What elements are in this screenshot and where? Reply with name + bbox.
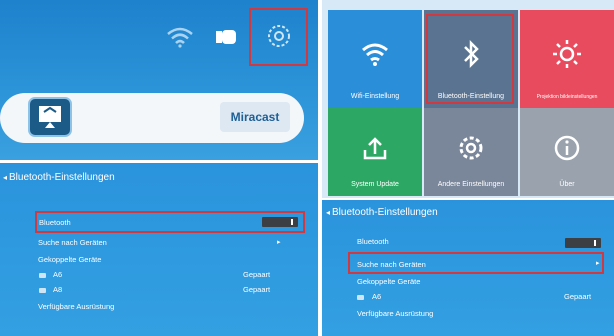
tile-label: System Update (351, 181, 399, 188)
cast-screen-icon (39, 106, 61, 128)
toggle-knob (594, 240, 596, 246)
bluetooth-settings-panel-left: ◂ Bluetooth-Einstellungen Bluetooth Suche… (0, 163, 318, 336)
device-status: Gepaart (564, 292, 592, 301)
bluetooth-tile-highlight-box (426, 14, 514, 104)
device-icon (357, 295, 364, 300)
tile-wifi-settings[interactable]: Wifi-Einstellung (328, 10, 422, 108)
bluetooth-row-label[interactable]: Bluetooth (357, 237, 389, 246)
device-status: Gepaart (243, 270, 271, 279)
search-row-highlight-box (348, 252, 604, 274)
cast-screen-tile[interactable] (28, 97, 72, 137)
wifi-icon (362, 43, 388, 66)
home-screen-panel: Miracast (0, 0, 318, 160)
device-name[interactable]: A6 (372, 292, 381, 301)
tile-label: Über (559, 181, 575, 188)
back-chevron-icon[interactable]: ◂ (3, 173, 7, 182)
info-icon (554, 135, 580, 161)
sun-icon (553, 40, 581, 68)
tile-projection-settings[interactable]: Projektion bildeinstellungen (520, 10, 614, 108)
gear-highlight-box (249, 8, 308, 66)
page-title[interactable]: ◂ Bluetooth-Einstellungen (326, 207, 438, 218)
device-name[interactable]: A8 (53, 285, 62, 294)
tile-label: Andere Einstellungen (437, 181, 505, 188)
back-chevron-icon[interactable]: ◂ (326, 208, 330, 217)
available-equipment-header: Verfügbare Ausrüstung (357, 309, 434, 318)
page-title-text: Bluetooth-Einstellungen (332, 207, 438, 218)
upload-icon (363, 137, 387, 160)
page-title[interactable]: ◂ Bluetooth-Einstellungen (3, 172, 115, 183)
settings-grid-panel: Wifi-Einstellung Bluetooth-Einstellung P… (322, 0, 614, 198)
device-name[interactable]: A6 (53, 270, 62, 279)
battery-icon (216, 30, 236, 44)
wifi-icon (167, 27, 193, 48)
paired-devices-header: Gekoppelte Geräte (357, 277, 421, 286)
paired-devices-header: Gekoppelte Geräte (38, 255, 102, 264)
bluetooth-settings-panel-right: ◂ Bluetooth-Einstellungen Bluetooth Suche… (322, 200, 614, 336)
bluetooth-toggle[interactable] (565, 238, 601, 248)
search-devices-row[interactable]: Suche nach Geräten (38, 238, 107, 247)
device-icon (39, 273, 46, 278)
tile-system-update[interactable]: System Update (328, 108, 422, 196)
chevron-right-icon: ▸ (277, 239, 281, 246)
tile-about[interactable]: Über (520, 108, 614, 196)
bluetooth-row-highlight-box (35, 211, 305, 233)
available-equipment-header: Verfügbare Ausrüstung (38, 302, 115, 311)
page-title-text: Bluetooth-Einstellungen (9, 172, 115, 183)
device-icon (39, 288, 46, 293)
tile-other-settings[interactable]: Andere Einstellungen (424, 108, 518, 196)
tile-label: Wifi-Einstellung (350, 93, 400, 100)
gear-icon (459, 136, 483, 160)
tile-label: Projektion bildeinstellungen (536, 94, 598, 100)
device-status: Gepaart (243, 285, 271, 294)
miracast-button[interactable]: Miracast (220, 102, 290, 132)
